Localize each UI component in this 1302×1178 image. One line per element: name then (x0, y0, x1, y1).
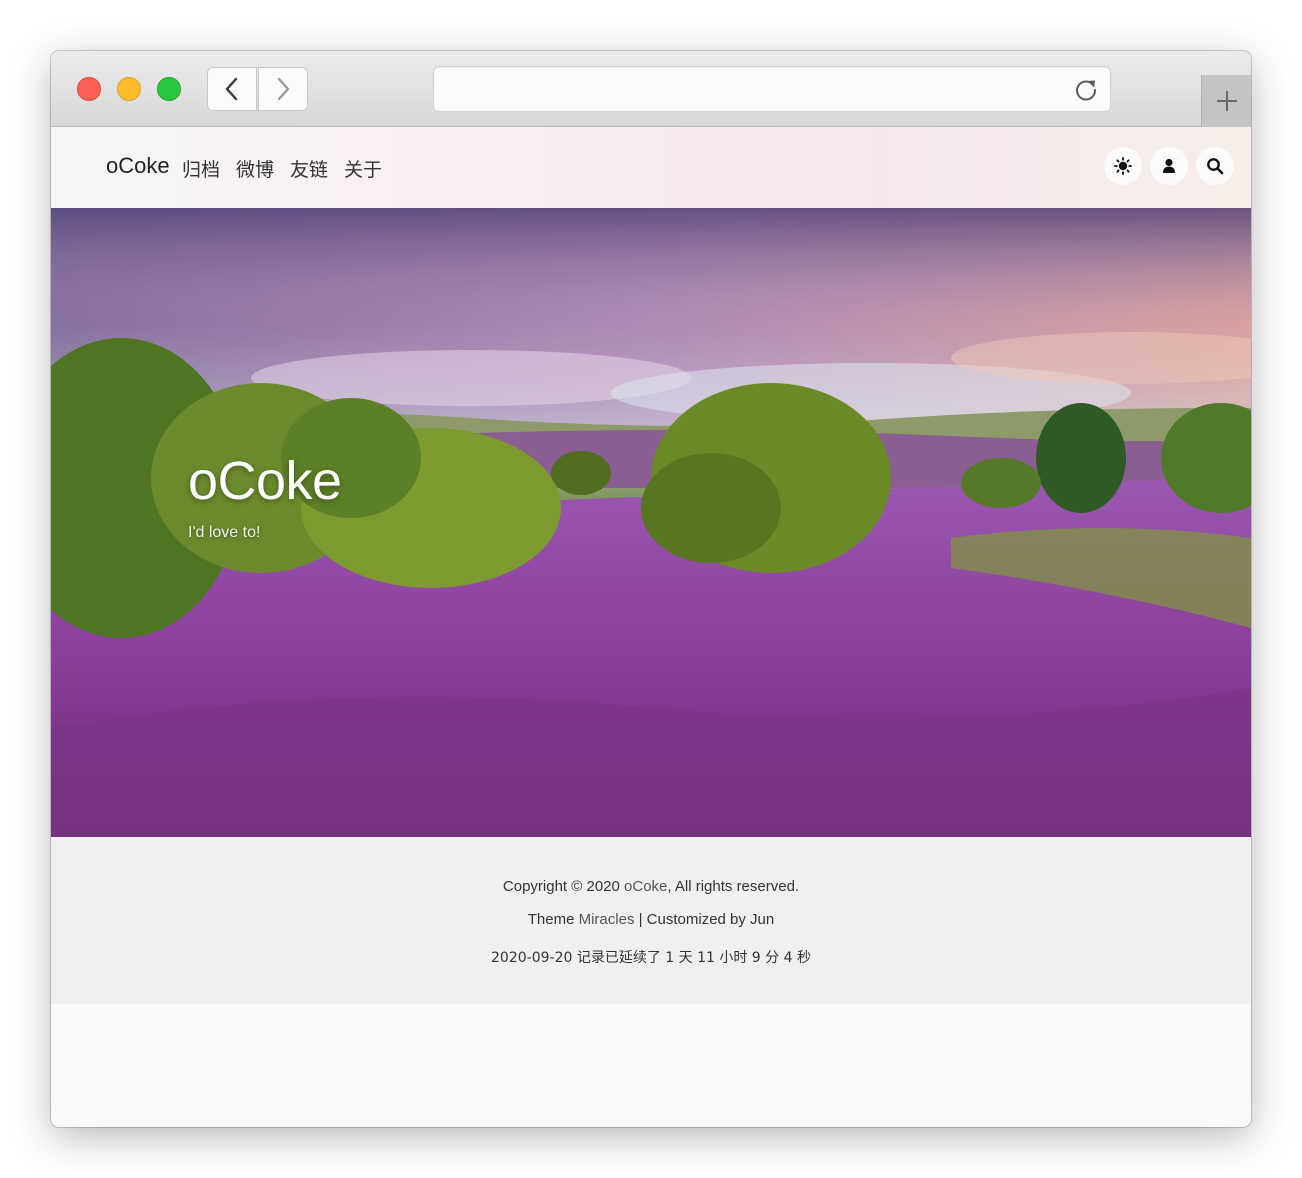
header-actions (1104, 147, 1234, 185)
address-bar[interactable] (433, 66, 1111, 112)
page-blank-area (51, 1004, 1251, 1127)
maximize-window-button[interactable] (157, 77, 181, 101)
site-footer: Copyright © 2020 oCoke, All rights reser… (51, 837, 1251, 1004)
footer-theme-link[interactable]: Miracles (579, 911, 635, 928)
back-button[interactable] (207, 67, 257, 111)
nav-link-about[interactable]: 关于 (344, 155, 382, 182)
theme-toggle-button[interactable] (1104, 147, 1142, 185)
footer-brand-link[interactable]: oCoke (624, 878, 667, 895)
forward-button[interactable] (258, 67, 308, 111)
search-button[interactable] (1196, 147, 1234, 185)
footer-copyright-prefix: Copyright © 2020 (502, 878, 625, 895)
search-icon (1207, 158, 1224, 175)
close-window-button[interactable] (77, 77, 101, 101)
footer-copyright-suffix: , All rights reserved. (667, 878, 800, 895)
footer-uptime: 2020-09-20 记录已延续了 1 天 11 小时 9 分 4 秒 (491, 950, 811, 966)
nav-link-archive[interactable]: 归档 (182, 155, 220, 182)
footer-theme-prefix: Theme (527, 911, 579, 928)
plus-icon (1216, 91, 1237, 111)
browser-toolbar (51, 51, 1251, 127)
reload-button[interactable] (1072, 76, 1100, 104)
theme-toggle-icon (1114, 157, 1132, 175)
footer-theme-suffix: | Customized by Jun (634, 911, 775, 928)
chevron-left-icon (225, 77, 238, 101)
nav-link-weibo[interactable]: 微博 (236, 155, 274, 182)
site-header: oCoke 归档 微博 友链 关于 (51, 127, 1251, 208)
nav-link-friends[interactable]: 友链 (290, 155, 328, 182)
hero-subtitle: I'd love to! (188, 524, 261, 541)
footer-theme: Theme Miracles | Customized by Jun (51, 911, 1251, 928)
user-icon (1163, 158, 1175, 173)
hero-landscape-image (51, 208, 1251, 837)
user-button[interactable] (1150, 147, 1188, 185)
hero-title: oCoke (188, 451, 342, 511)
site-brand-link[interactable]: oCoke (106, 153, 170, 179)
minimize-window-button[interactable] (117, 77, 141, 101)
reload-icon (1076, 80, 1097, 101)
footer-copyright: Copyright © 2020 oCoke, All rights reser… (51, 878, 1251, 895)
chevron-right-icon (277, 77, 290, 101)
new-tab-button[interactable] (1201, 75, 1251, 127)
site-nav: 归档 微博 友链 关于 (182, 155, 382, 182)
browser-window: oCoke 归档 微博 友链 关于 oCoke I'd love to! Cop… (51, 51, 1251, 1127)
hero-banner: oCoke I'd love to! (51, 208, 1251, 837)
